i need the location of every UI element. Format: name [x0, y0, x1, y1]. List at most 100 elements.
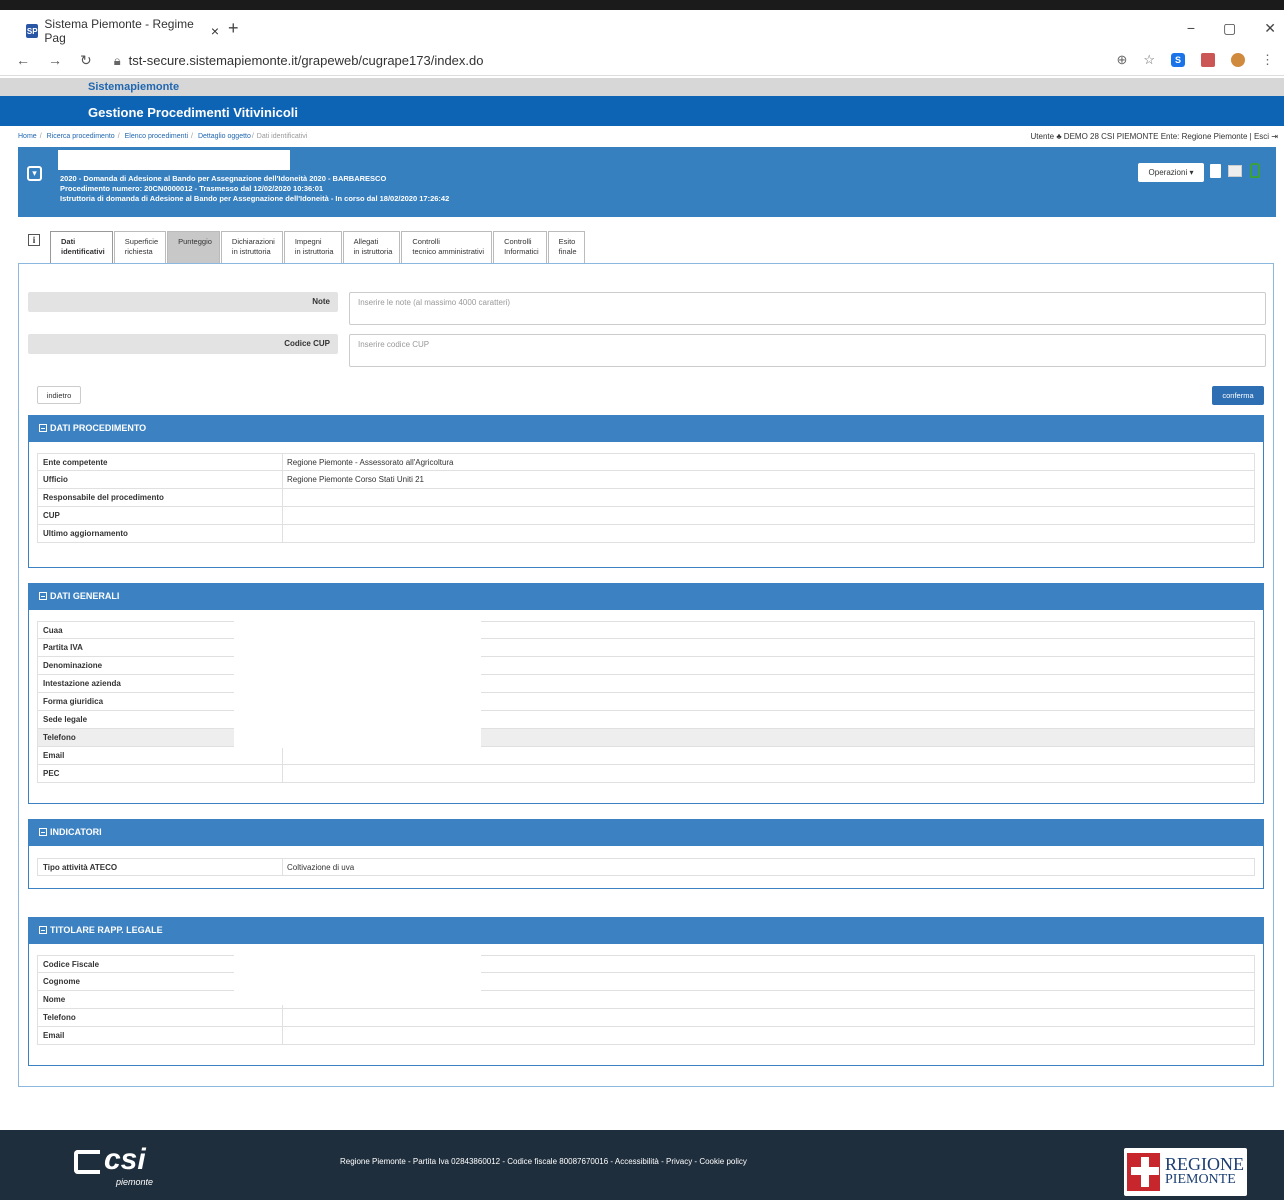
breadcrumb-home[interactable]: Home: [18, 133, 37, 140]
back-arrow-icon[interactable]: ←: [16, 52, 30, 69]
procedure-line-2: Procedimento numero: 20CN0000012 - Trasm…: [60, 184, 324, 193]
tab-punteggio[interactable]: Punteggio: [167, 231, 220, 264]
tab-dichiarazioni[interactable]: Dichiarazioni in istruttoria: [220, 231, 283, 264]
url-text: tst-secure.sistemapiemonte.it/grapeweb/c…: [128, 52, 484, 68]
tab-bar: Dati identificativi Superficie richiesta P…: [50, 231, 586, 264]
tab-dati-identificativi[interactable]: Dati identificativi: [50, 231, 113, 264]
maximize-icon[interactable]: ▢: [1223, 20, 1236, 37]
browser-tab[interactable]: SP Sistema Piemonte - Regime Pag ×: [22, 16, 219, 46]
table-row: Codice Fiscale: [37, 955, 1255, 973]
footer-links[interactable]: Regione Piemonte - Partita Iva 028438600…: [340, 1157, 747, 1166]
lock-icon: 🔒︎: [113, 52, 121, 68]
table-row: Cuaa: [37, 621, 1255, 639]
table-row: Intestazione azienda: [37, 675, 1255, 693]
collapse-icon[interactable]: ▾: [27, 166, 42, 181]
breadcrumb-search[interactable]: Ricerca procedimento: [47, 133, 115, 140]
tab-impegni[interactable]: Impegni in istruttoria: [283, 231, 342, 264]
collapse-minus-icon: [39, 424, 47, 432]
section-header[interactable]: DATI GENERALI: [29, 583, 1263, 610]
section-titolare: TITOLARE RAPP. LEGALE Codice Fiscale Cog…: [28, 917, 1264, 1066]
section-header[interactable]: TITOLARE RAPP. LEGALE: [29, 917, 1263, 944]
forward-arrow-icon[interactable]: →: [48, 52, 62, 69]
redacted-area: [234, 953, 481, 1005]
table-row: Responsabile del procedimento: [37, 489, 1255, 507]
window-top-strip: [0, 0, 1284, 10]
csi-mark-icon: [74, 1150, 100, 1174]
section-header[interactable]: DATI PROCEDIMENTO: [29, 415, 1263, 442]
table-row: Ente competente Regione Piemonte - Assess…: [37, 453, 1255, 471]
table-row: Ufficio Regione Piemonte Corso Stati Unit…: [37, 471, 1255, 489]
tab-close-icon[interactable]: ×: [211, 23, 219, 39]
collapse-minus-icon: [39, 926, 47, 934]
redacted-area: [234, 619, 481, 748]
address-bar-icons: ⊕ ☆ S ⋮: [1116, 52, 1274, 68]
app-title: Gestione Procedimenti Vitivinicoli: [0, 96, 1284, 126]
new-tab-button[interactable]: +: [228, 18, 239, 39]
table-row: Telefono: [37, 729, 1255, 747]
menu-dots-icon[interactable]: ⋮: [1261, 52, 1274, 68]
note-label: Note: [28, 292, 338, 312]
tab-controlli-tecnico[interactable]: Controlli tecnico amministrativi: [401, 231, 493, 264]
document-icon[interactable]: [1210, 164, 1221, 178]
collapse-minus-icon: [39, 592, 47, 600]
indicatori-rows: Tipo attività ATECO Coltivazione di uva: [37, 858, 1255, 876]
table-row: PEC: [37, 765, 1255, 783]
regione-emblem-icon: [1127, 1153, 1160, 1191]
address-bar: ← → ↻ 🔒︎ tst-secure.sistemapiemonte.it/gr…: [0, 46, 1284, 76]
zoom-icon[interactable]: ⊕: [1116, 52, 1127, 68]
table-row: Partita IVA: [37, 639, 1255, 657]
cup-textarea[interactable]: Inserire codice CUP: [349, 334, 1266, 367]
table-row: Sede legale: [37, 711, 1255, 729]
breadcrumb-current: Dati identificativi: [256, 133, 308, 140]
back-button[interactable]: indietro: [37, 386, 81, 404]
print-icon[interactable]: [1228, 165, 1242, 177]
tab-esito-finale[interactable]: Esito finale: [547, 231, 585, 264]
regione-piemonte-logo[interactable]: REGIONE PIEMONTE: [1124, 1148, 1247, 1196]
procedure-line-3: Istruttoria di domanda di Adesione al Ba…: [60, 194, 450, 203]
breadcrumb-list[interactable]: Elenco procedimenti: [125, 133, 188, 140]
csi-logo-sub: piemonte: [116, 1177, 154, 1187]
profile-avatar-icon[interactable]: [1231, 53, 1245, 67]
section-header[interactable]: INDICATORI: [29, 819, 1263, 846]
procedure-info: 2020 - Domanda di Adesione al Bando per …: [60, 174, 449, 204]
unlock-icon[interactable]: [1250, 163, 1260, 178]
table-row: Nome: [37, 991, 1255, 1009]
reload-icon[interactable]: ↻: [80, 52, 92, 69]
collapse-minus-icon: [39, 828, 47, 836]
cup-label: Codice CUP: [28, 334, 338, 354]
table-row: Denominazione: [37, 657, 1255, 675]
table-row: Cognome: [37, 973, 1255, 991]
close-window-icon[interactable]: ✕: [1264, 20, 1276, 37]
bookmark-star-icon[interactable]: ☆: [1143, 52, 1155, 68]
tab-controlli-informatici[interactable]: Controlli Informatici: [493, 231, 547, 264]
table-row: CUP: [37, 507, 1255, 525]
info-icon[interactable]: i: [28, 234, 40, 246]
browser-tab-title: Sistema Piemonte - Regime Pag: [44, 17, 194, 45]
redacted-area: [58, 150, 290, 170]
extension-pdf-icon[interactable]: [1201, 53, 1215, 67]
note-textarea[interactable]: Inserire le note (al massimo 4000 caratt…: [349, 292, 1266, 325]
tab-superficie-richiesta[interactable]: Superficie richiesta: [113, 231, 167, 264]
table-row: Email: [37, 747, 1255, 765]
confirm-button[interactable]: conferma: [1212, 386, 1264, 405]
table-row: Tipo attività ATECO Coltivazione di uva: [37, 858, 1255, 876]
url-field[interactable]: 🔒︎ tst-secure.sistemapiemonte.it/grapeweb…: [114, 53, 484, 69]
procedimento-rows: Ente competente Regione Piemonte - Assess…: [37, 453, 1255, 543]
table-row: Telefono: [37, 1009, 1255, 1027]
section-dati-generali: DATI GENERALI Cuaa Partita IVA Denominaz…: [28, 583, 1264, 804]
window-controls: − ▢ ✕: [1187, 20, 1276, 37]
section-indicatori: INDICATORI Tipo attività ATECO Coltivazio…: [28, 819, 1264, 889]
table-row: Forma giuridica: [37, 693, 1255, 711]
minimize-icon[interactable]: −: [1187, 20, 1195, 37]
procedure-line-1: 2020 - Domanda di Adesione al Bando per …: [60, 174, 387, 183]
tab-allegati[interactable]: Allegati in istruttoria: [342, 231, 401, 264]
favicon-icon: SP: [26, 24, 39, 38]
breadcrumb-detail[interactable]: Dettaglio oggetto: [198, 133, 251, 140]
operations-dropdown[interactable]: Operazioni ▾: [1138, 163, 1204, 182]
csi-logo[interactable]: csi: [104, 1145, 146, 1175]
table-row: Ultimo aggiornamento: [37, 525, 1255, 543]
extension-s-icon[interactable]: S: [1171, 53, 1185, 67]
user-info[interactable]: Utente ♣ DEMO 28 CSI PIEMONTE Ente: Regi…: [1031, 132, 1278, 141]
brand-bar[interactable]: Sistemapiemonte: [0, 78, 1284, 96]
titolare-rows: Codice Fiscale Cognome Nome Telefono Ema…: [37, 955, 1255, 1045]
